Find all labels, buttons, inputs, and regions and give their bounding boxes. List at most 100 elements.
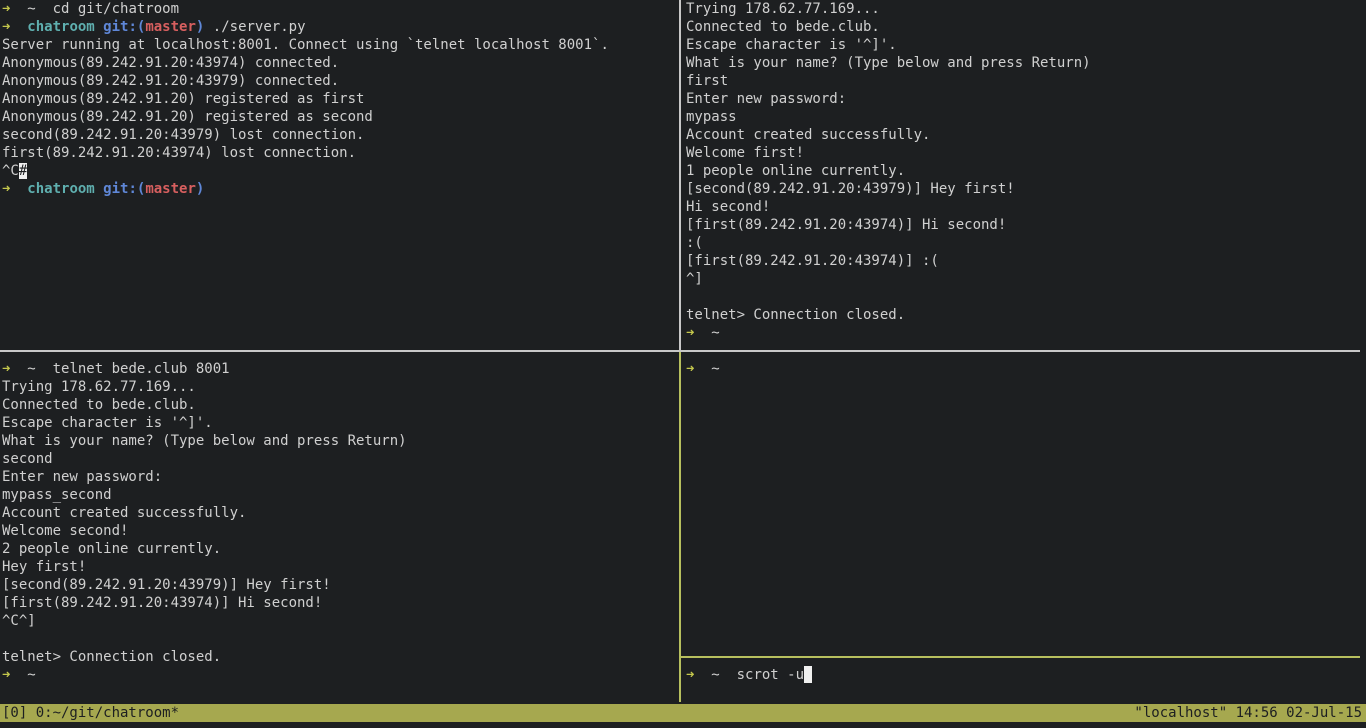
output-text: Anonymous(89.242.91.20:43974) connected. [2,55,340,71]
output-text: 1 people online currently. [686,163,906,179]
terminal-line: [first(89.242.91.20:43974)] Hi second! [686,216,1364,234]
output-text: Server running at localhost:8001. Connec… [2,37,609,53]
output-text: Trying 178.62.77.169... [686,1,880,17]
terminal-line: ^C# [2,162,678,180]
terminal-line: Hi second! [686,198,1364,216]
output-text: Account created successfully. [2,505,247,521]
terminal-line: ➜ ~ [2,666,678,684]
terminal-line: 1 people online currently. [686,162,1364,180]
terminal-line: Welcome second! [2,522,678,540]
output-text: mypass_second [2,487,112,503]
prompt-arrow-icon: ➜ [2,1,11,17]
terminal-line: second(89.242.91.20:43979) lost connecti… [2,126,678,144]
git-paren-close: ) [195,181,205,197]
output-text: first(89.242.91.20:43974) lost connectio… [2,145,357,161]
terminal-line: [second(89.242.91.20:43979)] Hey first! [2,576,678,594]
terminal-line: first(89.242.91.20:43974) lost connectio… [2,144,678,162]
output-text: Hi second! [686,199,771,215]
command-text[interactable]: ./server.py [213,19,306,35]
terminal-line: mypass [686,108,1364,126]
terminal-line: Connected to bede.club. [686,18,1364,36]
command-text[interactable]: telnet bede.club 8001 [53,361,230,377]
prompt-arrow-icon: ➜ [686,325,695,341]
terminal-line: ➜ chatroom git:(master) ./server.py [2,18,678,36]
terminal-line: Anonymous(89.242.91.20) registered as fi… [2,90,678,108]
terminal-line: Enter new password: [2,468,678,486]
prompt-arrow-icon: ➜ [2,181,11,197]
output-text: Enter new password: [686,91,847,107]
output-text: Anonymous(89.242.91.20) registered as se… [2,109,373,125]
output-text: telnet> Connection closed. [686,307,906,323]
terminal-line: second [2,450,678,468]
output-text: ^C^] [2,613,36,629]
terminal-line: Hey first! [2,558,678,576]
output-text: first [686,73,729,89]
output-text: ^] [686,271,703,287]
output-text: What is your name? (Type below and press… [686,55,1091,71]
status-host-clock: "localhost" 14:56 02-Jul-15 [1134,705,1362,721]
pane-divider-horizontal-active[interactable] [681,656,1360,658]
terminal-line: ➜ chatroom git:(master) [2,180,678,198]
terminal-line: ➜ ~ cd git/chatroom [2,0,678,18]
terminal-line: Escape character is '^]'. [686,36,1364,54]
terminal-pane-empty[interactable]: ➜ ~ [686,360,1364,656]
terminal-line: 2 people online currently. [2,540,678,558]
prompt-directory: ~ [711,361,720,377]
output-text: Enter new password: [2,469,163,485]
terminal-line: Anonymous(89.242.91.20) registered as se… [2,108,678,126]
prompt-arrow-icon: ➜ [686,361,695,377]
terminal-line: Account created successfully. [686,126,1364,144]
terminal-line: ^C^] [2,612,678,630]
pane-divider-horizontal-left[interactable] [0,350,679,352]
output-text: second [2,451,53,467]
command-text[interactable]: cd git/chatroom [53,1,179,17]
terminal-line: first [686,72,1364,90]
terminal-line: Trying 178.62.77.169... [686,0,1364,18]
status-window-list[interactable]: [0] 0:~/git/chatroom* [2,704,179,722]
terminal-line: ➜ ~ telnet bede.club 8001 [2,360,678,378]
output-text: Anonymous(89.242.91.20) registered as fi… [2,91,365,107]
output-text: What is your name? (Type below and press… [2,433,407,449]
prompt-arrow-icon: ➜ [686,667,695,683]
terminal-line: ➜ ~ [686,360,1364,378]
output-text: Escape character is '^]'. [2,415,213,431]
prompt-directory: ~ [711,325,720,341]
terminal-line: Enter new password: [686,90,1364,108]
git-branch: master [145,181,196,197]
output-text: [second(89.242.91.20:43979)] Hey first! [686,181,1015,197]
output-text: Anonymous(89.242.91.20:43979) connected. [2,73,340,89]
prompt-directory: ~ [711,667,720,683]
terminal-pane-client-second[interactable]: ➜ ~ telnet bede.club 8001 Trying 178.62.7… [2,360,678,700]
output-text: Escape character is '^]'. [686,37,897,53]
output-text: Welcome second! [2,523,129,539]
terminal-line: What is your name? (Type below and press… [686,54,1364,72]
prompt-arrow-icon: ➜ [2,19,11,35]
output-text: Connected to bede.club. [2,397,196,413]
terminal-pane-client-first[interactable]: Trying 178.62.77.169... Connected to bede… [686,0,1364,350]
terminal-cursor: # [18,163,28,179]
pane-divider-horizontal-right[interactable] [681,350,1360,352]
output-text: [second(89.242.91.20:43979)] Hey first! [2,577,331,593]
prompt-directory: ~ [27,1,36,17]
terminal-line: Anonymous(89.242.91.20:43974) connected. [2,54,678,72]
output-text: second(89.242.91.20:43979) lost connecti… [2,127,365,143]
terminal-line: What is your name? (Type below and press… [2,432,678,450]
command-text[interactable]: scrot -u [737,667,804,683]
output-text: Welcome first! [686,145,805,161]
terminal-pane-server[interactable]: ➜ ~ cd git/chatroom ➜ chatroom git:(maste… [2,0,678,350]
terminal-cursor [804,666,813,683]
output-text: Trying 178.62.77.169... [2,379,196,395]
prompt-directory: chatroom [27,181,95,197]
output-text: :( [686,235,703,251]
terminal-line: ^] [686,270,1364,288]
terminal-line: Connected to bede.club. [2,396,678,414]
terminal-line: :( [686,234,1364,252]
output-text: telnet> Connection closed. [2,649,222,665]
terminal-pane-active[interactable]: ➜ ~ scrot -u [686,666,1364,700]
pane-divider-vertical-active[interactable] [679,352,681,702]
git-label: git: [103,181,137,197]
terminal-line: [first(89.242.91.20:43974)] Hi second! [2,594,678,612]
git-branch: master [145,19,196,35]
